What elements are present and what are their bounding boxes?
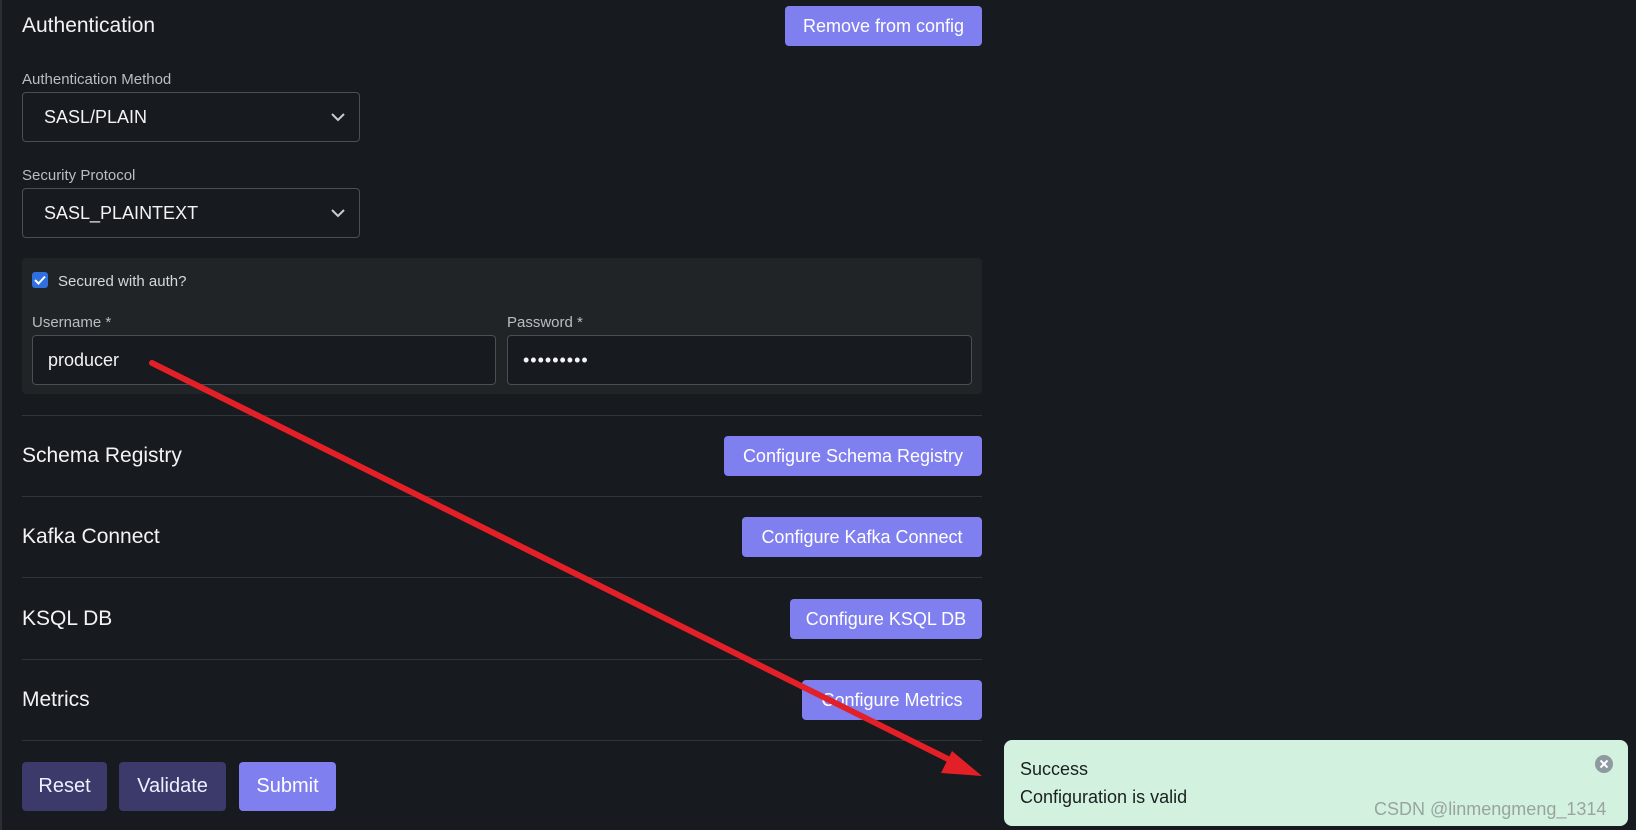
configure-schema-registry-button[interactable]: Configure Schema Registry bbox=[724, 436, 982, 476]
submit-button[interactable]: Submit bbox=[239, 762, 336, 811]
checkmark-icon bbox=[34, 275, 46, 285]
divider bbox=[22, 659, 982, 660]
chevron-down-icon bbox=[331, 93, 345, 141]
toast-message: Configuration is valid bbox=[1020, 787, 1188, 807]
divider bbox=[22, 415, 982, 416]
configure-kafka-connect-button[interactable]: Configure Kafka Connect bbox=[742, 517, 982, 557]
configure-ksql-db-button[interactable]: Configure KSQL DB bbox=[790, 599, 982, 639]
authentication-method-select[interactable]: SASL/PLAIN bbox=[22, 92, 360, 142]
authentication-method-value: SASL/PLAIN bbox=[44, 107, 148, 127]
password-label: Password * bbox=[507, 314, 583, 331]
divider bbox=[22, 496, 982, 497]
divider bbox=[22, 577, 982, 578]
ksql-db-title: KSQL DB bbox=[22, 607, 113, 630]
kafka-connect-title: Kafka Connect bbox=[22, 525, 160, 548]
watermark: CSDN @linmengmeng_1314 bbox=[1374, 799, 1607, 819]
metrics-title: Metrics bbox=[22, 688, 90, 711]
annotation-arrow-head bbox=[941, 751, 982, 776]
schema-registry-title: Schema Registry bbox=[22, 444, 182, 467]
username-input[interactable]: producer bbox=[32, 335, 496, 385]
validate-button[interactable]: Validate bbox=[119, 762, 226, 811]
toast-title: Success bbox=[1020, 759, 1089, 779]
reset-button[interactable]: Reset bbox=[22, 762, 107, 811]
authentication-title: Authentication bbox=[22, 14, 156, 37]
security-protocol-select[interactable]: SASL_PLAINTEXT bbox=[22, 188, 360, 238]
secured-with-auth-checkbox[interactable] bbox=[32, 272, 48, 288]
security-protocol-label: Security Protocol bbox=[22, 167, 136, 184]
secured-with-auth-label: Secured with auth? bbox=[58, 273, 187, 290]
left-border bbox=[0, 0, 2, 830]
chevron-down-icon bbox=[331, 189, 345, 237]
username-label: Username * bbox=[32, 314, 112, 331]
configure-metrics-button[interactable]: Configure Metrics bbox=[802, 680, 982, 720]
remove-from-config-button[interactable]: Remove from config bbox=[785, 6, 982, 46]
page: Authentication Remove from config Authen… bbox=[0, 0, 1636, 830]
password-input[interactable]: ••••••••• bbox=[507, 335, 972, 385]
authentication-method-label: Authentication Method bbox=[22, 71, 172, 88]
divider bbox=[22, 740, 982, 741]
close-icon[interactable] bbox=[1594, 754, 1614, 774]
security-protocol-value: SASL_PLAINTEXT bbox=[44, 203, 199, 223]
